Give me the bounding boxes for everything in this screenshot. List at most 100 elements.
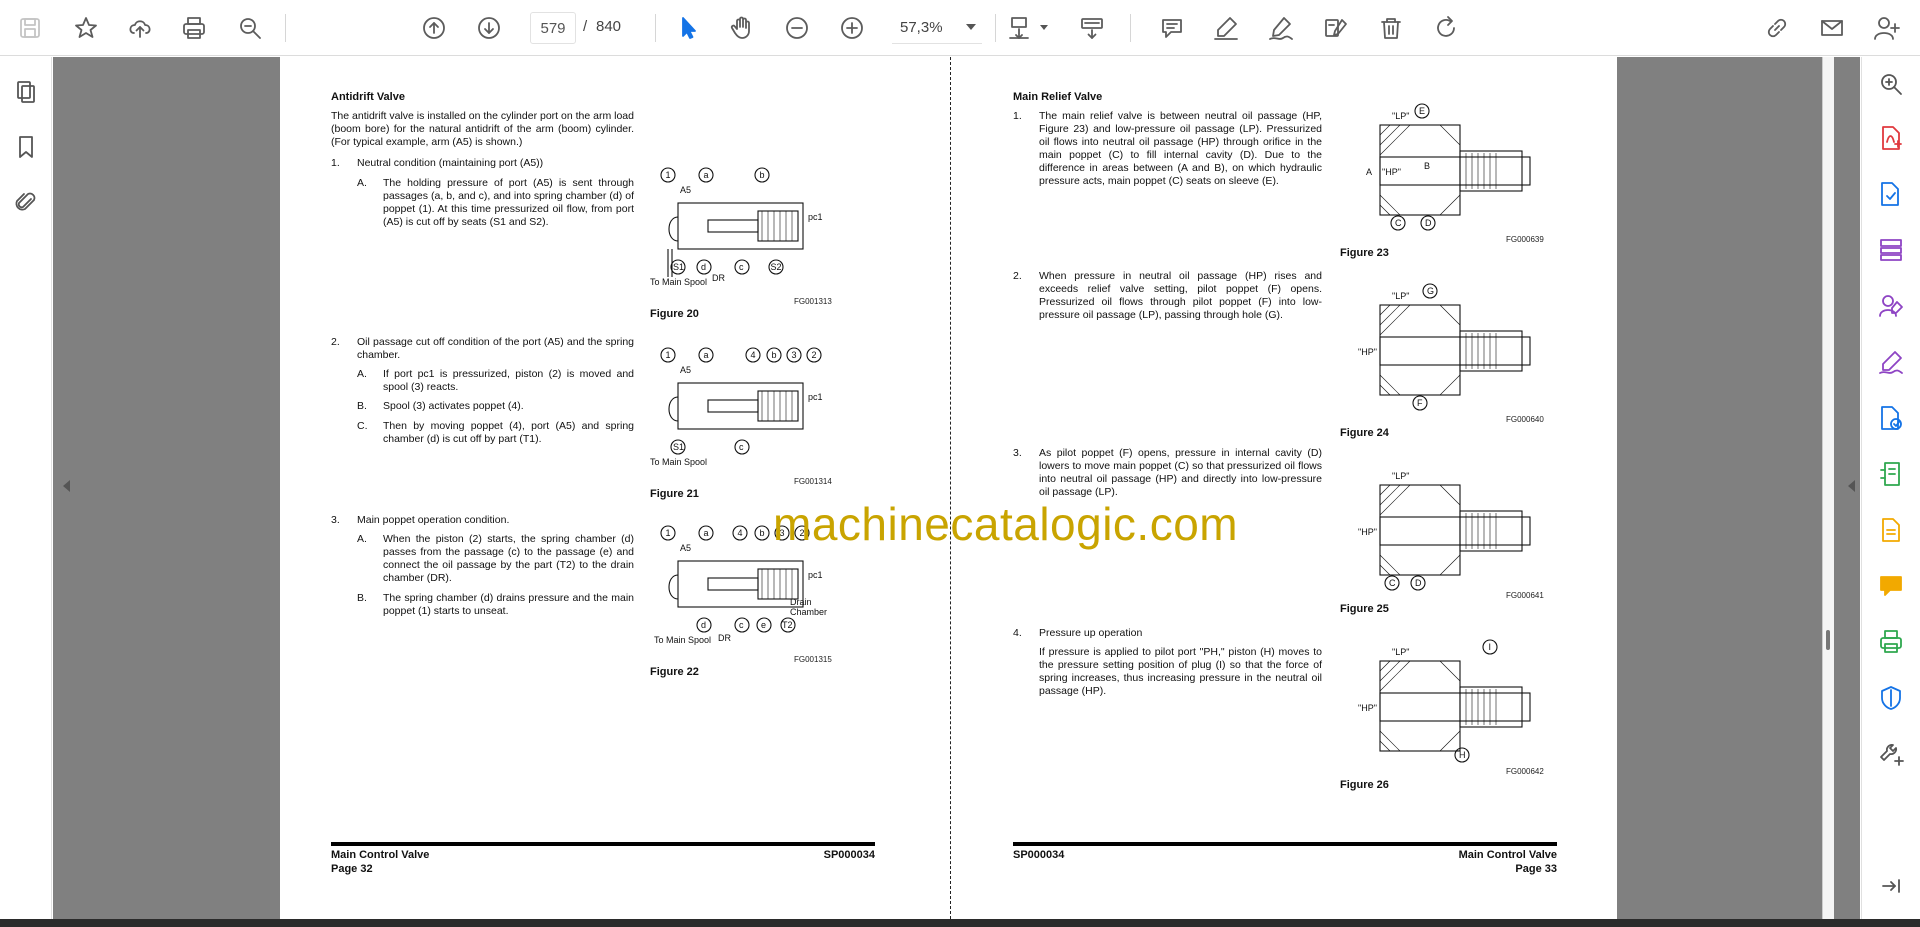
figure-20-schematic: 1 a b A5 pc1 S1 d c S2 DR To Main Spool [648, 165, 828, 295]
fig23-label: A [1366, 167, 1372, 177]
fig22-label: To Main Spool [654, 635, 711, 645]
fig21-label: b [772, 350, 777, 360]
fig22-label: c [739, 620, 744, 630]
figure-code: FG000640 [1506, 415, 1544, 424]
figure-code: FG000642 [1506, 767, 1544, 776]
fig22-label: 4 [738, 528, 743, 538]
fig23-label: E [1419, 106, 1425, 116]
collapse-panel-icon[interactable] [1872, 867, 1910, 905]
fig20-label: A5 [680, 185, 691, 195]
list-item-text: If pressure is applied to pilot port "PH… [1039, 646, 1322, 697]
list-item-title: Oil passage cut off condition of the por… [357, 336, 634, 361]
draw-icon[interactable] [1261, 8, 1301, 48]
page-thumbnails-icon[interactable] [6, 72, 46, 112]
zoom-in-icon[interactable] [832, 8, 872, 48]
fig23-label: "LP" [1392, 111, 1409, 121]
comment-icon[interactable] [1152, 8, 1192, 48]
fig26-label: "LP" [1392, 647, 1409, 657]
fig20-label: d [701, 262, 706, 272]
left-navigation-rail [0, 57, 52, 919]
zoom-search-icon[interactable] [230, 8, 270, 48]
footer-rule [331, 842, 875, 846]
fig21-label: To Main Spool [650, 457, 707, 467]
arrow-up-icon[interactable] [414, 8, 454, 48]
attachments-icon[interactable] [6, 182, 46, 222]
figure-caption: Figure 26 [1340, 779, 1389, 791]
toolbar-separator [1130, 14, 1131, 42]
page-number-input[interactable]: 579 [530, 12, 576, 44]
trash-icon[interactable] [1371, 8, 1411, 48]
highlight-icon[interactable] [1206, 8, 1246, 48]
scroll-mode-icon[interactable] [1072, 8, 1112, 48]
list-number: 3. [1013, 447, 1022, 459]
vertical-scrollbar[interactable] [1822, 57, 1834, 919]
search-icon[interactable] [1872, 65, 1910, 103]
pdf-viewer-app: 579 / 840 57,3% Antidrift Valve The anti… [0, 0, 1920, 927]
fig20-label: c [739, 262, 744, 272]
hand-icon[interactable] [722, 8, 762, 48]
share-link-icon[interactable] [1757, 8, 1797, 48]
pdf-page-33: Main Relief Valve 1. The main relief val… [950, 57, 1617, 919]
cursor-icon[interactable] [668, 8, 708, 48]
fig25-label: D [1415, 578, 1422, 588]
bookmarks-icon[interactable] [6, 127, 46, 167]
organize-pages-icon[interactable] [1872, 231, 1910, 269]
sub-letter: C. [357, 420, 368, 432]
print-production-icon[interactable] [1872, 623, 1910, 661]
toolbar-separator [995, 14, 996, 42]
email-icon[interactable] [1812, 8, 1852, 48]
list-item-text: The main relief valve is between neutral… [1039, 110, 1322, 187]
upload-icon[interactable] [120, 8, 160, 48]
intro-paragraph: The antidrift valve is installed on the … [331, 110, 634, 148]
zoom-level-select[interactable]: 57,3% [892, 12, 982, 44]
fig22-label: T2 [782, 620, 793, 630]
protect-icon[interactable] [1872, 679, 1910, 717]
pdf-page-32: Antidrift Valve The antidrift valve is i… [280, 57, 950, 919]
comment-icon[interactable] [1872, 567, 1910, 605]
bookmark-star-icon[interactable] [66, 8, 106, 48]
save-icon[interactable] [10, 8, 50, 48]
footer-code: SP000034 [823, 849, 875, 861]
list-number: 4. [1013, 627, 1022, 639]
page-current: 579 [540, 19, 566, 37]
sub-letter: B. [357, 400, 367, 412]
footer-page-number: Page 32 [331, 863, 373, 875]
scan-ocr-icon[interactable] [1872, 511, 1910, 549]
rotate-icon[interactable] [1426, 8, 1466, 48]
request-signature-icon[interactable] [1872, 287, 1910, 325]
account-icon[interactable] [1866, 8, 1906, 48]
fill-sign-icon[interactable] [1872, 343, 1910, 381]
fig25-label: "LP" [1392, 471, 1409, 481]
sub-text: The spring chamber (d) drains pressure a… [383, 592, 634, 617]
fit-page-icon[interactable] [1000, 8, 1040, 48]
page-fold-line [950, 57, 951, 919]
fig22-label: b [760, 528, 765, 538]
expand-right-panel-icon[interactable] [1848, 480, 1855, 492]
export-pdf-icon[interactable] [1872, 119, 1910, 157]
collapse-left-panel-icon[interactable] [63, 480, 70, 492]
arrow-down-icon[interactable] [469, 8, 509, 48]
print-icon[interactable] [174, 8, 214, 48]
create-pdf-icon[interactable] [1872, 175, 1910, 213]
figure-caption: Figure 24 [1340, 427, 1389, 439]
list-item-title: Neutral condition (maintaining port (A5)… [357, 157, 544, 169]
section-heading: Antidrift Valve [331, 91, 405, 103]
sub-letter: B. [357, 592, 367, 604]
combine-files-icon[interactable] [1872, 399, 1910, 437]
list-item-title: Main poppet operation condition. [357, 514, 510, 526]
toolbar-separator [655, 14, 656, 42]
page-separator: / [583, 18, 588, 35]
document-viewport[interactable]: Antidrift Valve The antidrift valve is i… [53, 57, 1860, 919]
compress-pdf-icon[interactable] [1872, 455, 1910, 493]
edit-text-icon[interactable] [1316, 8, 1356, 48]
fig24-label: "LP" [1392, 291, 1409, 301]
chevron-down-icon [966, 24, 976, 30]
zoom-out-icon[interactable] [777, 8, 817, 48]
footer-title: Main Control Valve [1458, 849, 1557, 861]
fig22-label: e [761, 620, 766, 630]
scrollbar-thumb[interactable] [1826, 630, 1830, 650]
figure-code: FG001314 [794, 477, 832, 486]
more-tools-icon[interactable] [1872, 735, 1910, 773]
fig21-label: 4 [751, 350, 756, 360]
chevron-down-icon[interactable] [1040, 25, 1048, 30]
